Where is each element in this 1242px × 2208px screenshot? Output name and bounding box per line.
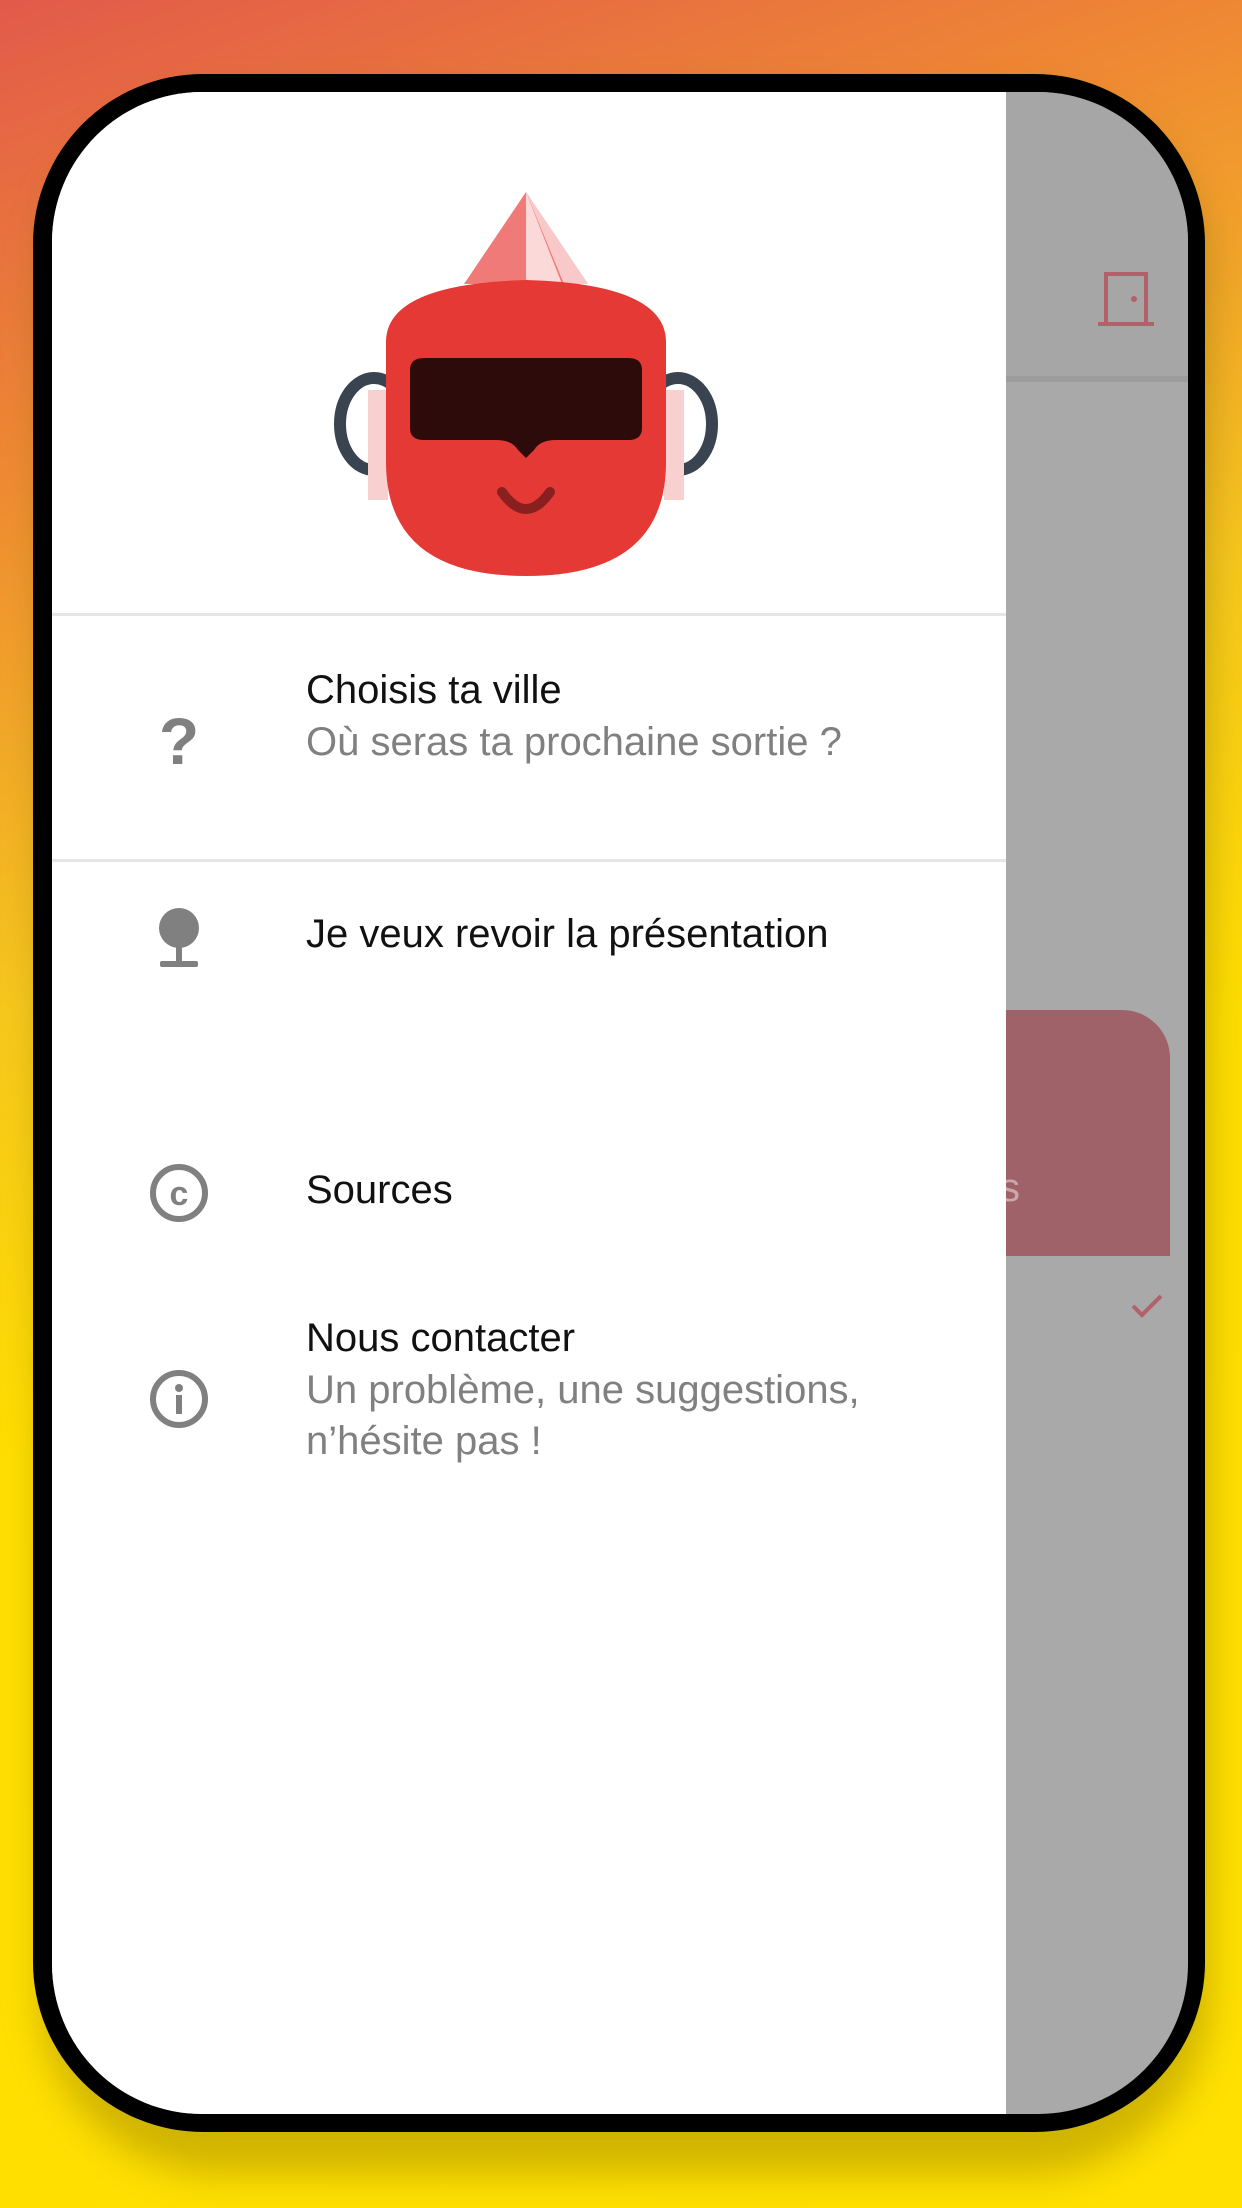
- question-mark-icon: ?: [159, 708, 199, 770]
- background-card[interactable]: [992, 1010, 1170, 1256]
- svg-text:c: c: [170, 1175, 189, 1213]
- menu-item-contact[interactable]: Nous contacter Un problème, une suggesti…: [52, 1222, 1006, 1522]
- menu-item-subtitle: Où seras ta prochaine sortie ?: [306, 720, 842, 764]
- lightbulb-icon: [159, 908, 199, 967]
- copyright-icon: c: [150, 1164, 208, 1222]
- svg-text:?: ?: [159, 708, 199, 770]
- menu-item-title: Je veux revoir la présentation: [306, 912, 829, 956]
- phone-screen: s ? Choisis ta ville Où seras ta prochai…: [52, 92, 1188, 2114]
- door-icon[interactable]: [1098, 270, 1154, 328]
- vr-mascot-logo: [334, 192, 718, 576]
- menu-item-title: Sources: [306, 1168, 453, 1212]
- menu-item-presentation[interactable]: Je veux revoir la présentation: [52, 862, 1006, 1032]
- drawer-header: [52, 92, 1006, 616]
- menu-item-sources[interactable]: c Sources: [52, 1032, 1006, 1222]
- menu-item-title: Nous contacter: [306, 1316, 576, 1360]
- menu-item-title: Choisis ta ville: [306, 668, 562, 712]
- navigation-drawer: ? Choisis ta ville Où seras ta prochaine…: [52, 92, 1006, 2114]
- check-icon: [1131, 1294, 1163, 1318]
- info-icon: [150, 1370, 208, 1428]
- menu-item-subtitle: Un problème, une suggestions, n’hésite p…: [306, 1368, 860, 1463]
- menu-item-choose-city[interactable]: ? Choisis ta ville Où seras ta prochaine…: [52, 616, 1006, 862]
